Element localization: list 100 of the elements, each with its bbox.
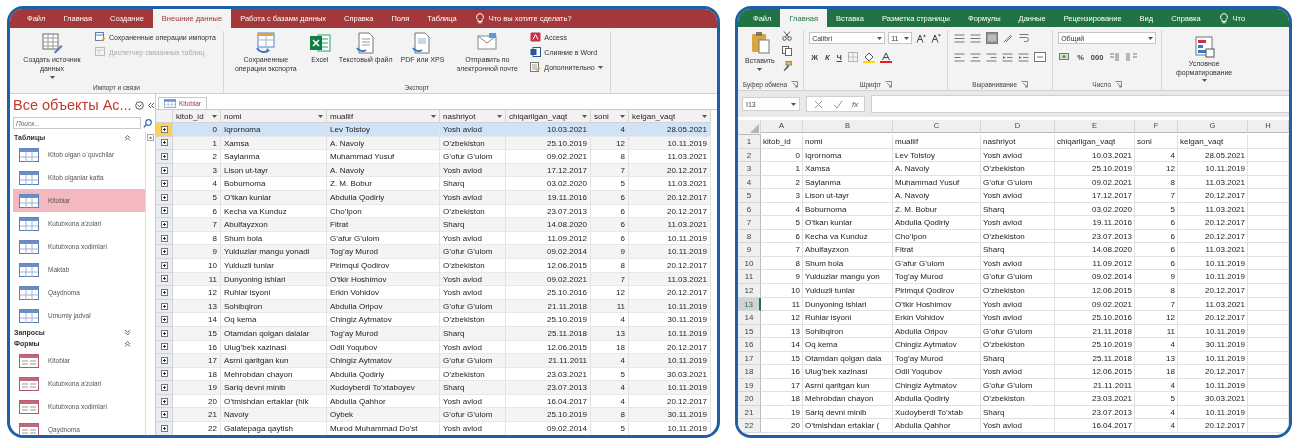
toolbar-button[interactable] [969, 32, 983, 44]
table-cell: Z. M. Bobur [893, 202, 981, 217]
empty-cell [1248, 378, 1289, 393]
document-arrow-icon [354, 32, 377, 54]
font-shrink-icon [931, 33, 942, 43]
table-cell: 18 [1135, 365, 1178, 379]
table-cell: 25.10.2019 [1055, 338, 1135, 352]
record-selector[interactable] [156, 313, 173, 327]
row-header[interactable]: 11 [738, 270, 761, 284]
cut-button[interactable] [780, 30, 793, 42]
table-cell: 6 [1135, 243, 1178, 257]
toolbar-button[interactable] [1017, 51, 1031, 63]
chevron-up-icon [124, 340, 131, 347]
table-cell: 7 [1135, 297, 1178, 312]
indent-icon [1018, 52, 1030, 62]
toolbar-button[interactable] [953, 32, 967, 44]
row-header[interactable]: 7 [738, 216, 761, 230]
indent-icon [1002, 52, 1014, 62]
scrollbar[interactable] [145, 132, 155, 435]
row-header[interactable]: 16 [738, 338, 761, 352]
table-cell: Yulduzlar mangu yonadi [221, 245, 327, 259]
table-cell: 12 [173, 286, 221, 300]
table-cell: chiqarilgan_vaqt [1055, 135, 1135, 149]
empty-cell [1248, 243, 1289, 257]
table-cell: 8 [591, 150, 629, 164]
table-cell: 7 [761, 243, 803, 257]
record-selector[interactable] [156, 354, 173, 368]
cancel-button[interactable] [813, 98, 824, 110]
toolbar-button[interactable] [985, 51, 999, 63]
table-cell: Tog’ay Murod [893, 351, 981, 366]
toolbar-button[interactable] [953, 51, 967, 63]
expand-icon [160, 370, 168, 378]
column-header[interactable]: nomi [221, 110, 327, 123]
column-header[interactable]: chiqarilgan_vaqt [506, 110, 591, 123]
row-header[interactable]: 14 [738, 311, 761, 325]
enter-button[interactable] [832, 98, 844, 110]
table-cell: 17 [173, 354, 221, 368]
column-header[interactable]: kitob_id [173, 110, 221, 123]
toolbar-button[interactable] [1033, 51, 1048, 63]
table-cell: Sharq [981, 202, 1055, 217]
row-header[interactable]: 5 [738, 189, 761, 203]
table-cell: 15 [761, 351, 803, 366]
table-cell: Odil Yoqubov [893, 365, 981, 379]
dialog-launcher-icon [884, 81, 892, 88]
table-cell: 28.05.2021 [629, 123, 711, 137]
record-selector[interactable] [156, 408, 173, 423]
record-selector[interactable] [156, 150, 173, 164]
record-selector[interactable] [156, 245, 173, 259]
table-cell: O’tkir Hoshimov [893, 297, 981, 312]
align-center-icon [970, 52, 982, 62]
formula-field[interactable] [871, 95, 1289, 113]
toolbar-button[interactable] [985, 31, 1000, 45]
insert-function-button[interactable]: fx [852, 99, 859, 109]
collapse-button[interactable] [146, 101, 155, 109]
record-selector[interactable] [156, 177, 173, 191]
toolbar-button[interactable] [1001, 51, 1015, 63]
column-header[interactable]: muallif [327, 110, 440, 123]
table-cell: Cho’lpon [893, 229, 981, 244]
table-cell: 8 [1135, 175, 1178, 190]
lightbulb-icon [1219, 12, 1228, 24]
row-header[interactable]: 18 [738, 365, 761, 379]
toolbar-button[interactable] [861, 50, 876, 64]
table-icon [164, 99, 176, 108]
record-selector[interactable] [156, 218, 173, 232]
row-header[interactable]: 1 [738, 135, 761, 149]
table-icon [19, 239, 39, 254]
row-header[interactable]: 12 [738, 284, 761, 298]
column-header[interactable]: kelgan_vaqt [629, 110, 711, 123]
form-icon [19, 399, 39, 414]
menu-button[interactable] [134, 100, 144, 110]
align-middle-icon [970, 33, 982, 43]
toolbar-button[interactable] [969, 51, 983, 63]
table-cell: 7 [173, 218, 221, 232]
toolbar-button[interactable] [930, 32, 943, 44]
empty-cell [1248, 392, 1289, 406]
table-cell: 11.03.2021 [629, 150, 711, 164]
table-icon [19, 285, 39, 300]
row-header[interactable]: 22 [738, 419, 761, 434]
copy-button[interactable] [780, 45, 793, 57]
row-header[interactable]: 3 [738, 162, 761, 176]
record-selector[interactable] [156, 422, 173, 435]
caret-icon [1148, 36, 1154, 40]
row-header[interactable]: 20 [738, 392, 761, 406]
toolbar-button[interactable] [1018, 32, 1031, 44]
record-selector[interactable] [156, 123, 173, 137]
table-cell: Abulfayzxon [803, 243, 893, 257]
table-cell: G’afur G’ulom [893, 256, 981, 271]
table-cell: 11.03.2021 [629, 218, 711, 232]
column-header[interactable]: nashriyot [440, 110, 506, 123]
table-cell: 14.08.2020 [1055, 243, 1135, 257]
table-cell: 12 [1135, 311, 1178, 325]
table-cell: Yosh avlod [981, 256, 1055, 271]
record-selector[interactable] [156, 381, 173, 395]
row-header[interactable]: 9 [738, 243, 761, 257]
caret-icon [497, 114, 502, 118]
column-header[interactable]: soni [591, 110, 629, 123]
record-selector[interactable] [156, 286, 173, 300]
toolbar-button[interactable] [915, 32, 928, 44]
toolbar-button[interactable] [878, 50, 893, 64]
table-cell: 13 [761, 324, 803, 339]
